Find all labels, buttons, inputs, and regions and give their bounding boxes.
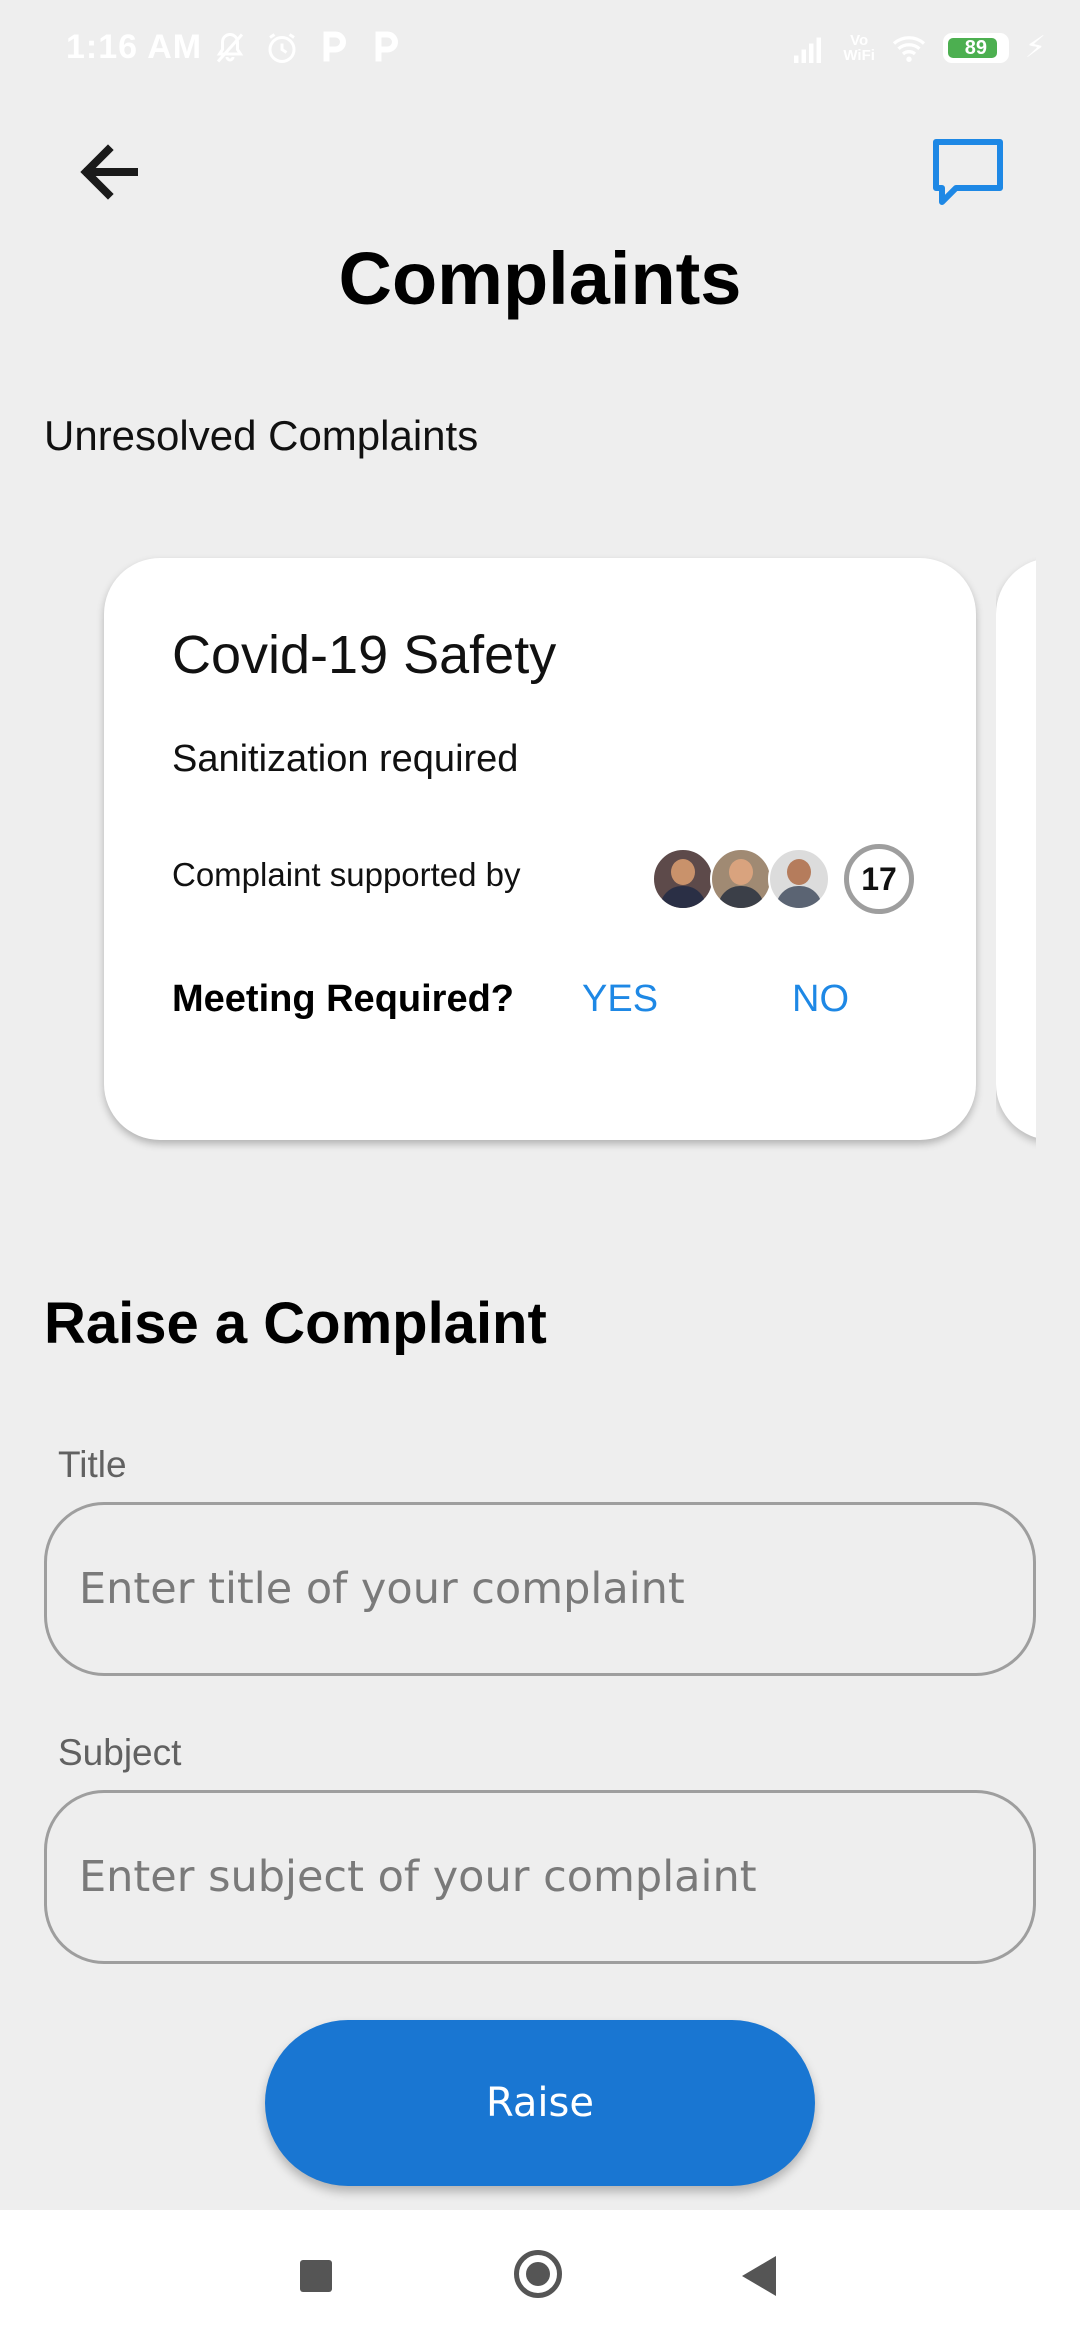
complaint-subject: Sanitization required: [172, 738, 519, 780]
supporter-avatars[interactable]: 17: [652, 844, 914, 914]
complaints-screen: 1:16 AM Vo WiFi 89 ⚡ Complaints Unresolv…: [0, 0, 1080, 2340]
subject-field-label: Subject: [58, 1732, 182, 1773]
avatar: [768, 848, 830, 910]
alarm-icon: [268, 33, 296, 63]
raise-button[interactable]: Raise: [265, 2020, 815, 2186]
vowifi-top-text: Vo: [850, 32, 869, 49]
arrow-left-icon[interactable]: [68, 130, 152, 214]
battery-level-text: 89: [964, 37, 988, 59]
meeting-required-label: Meeting Required?: [172, 978, 515, 1020]
battery-indicator: 89: [942, 33, 1009, 63]
subject-field[interactable]: [44, 1790, 1036, 1964]
vowifi-bottom-text: WiFi: [843, 47, 875, 64]
status-bar: 1:16 AM Vo WiFi 89 ⚡: [0, 0, 1080, 100]
charging-icon: ⚡: [1024, 31, 1046, 64]
supported-by-label: Complaint supported by: [172, 856, 521, 893]
unresolved-complaints-label: Unresolved Complaints: [44, 412, 479, 459]
status-time: 1:16 AM: [66, 28, 203, 66]
chat-bubble-icon[interactable]: [926, 130, 1010, 214]
title-field-label: Title: [58, 1444, 127, 1485]
meeting-yes-button[interactable]: YES: [582, 978, 658, 1021]
status-notification-icons: [212, 30, 404, 66]
system-nav-bar: [0, 2210, 1080, 2340]
avatar: [710, 848, 772, 910]
recent-apps-icon[interactable]: [300, 2260, 332, 2292]
complaint-title: Covid-19 Safety: [172, 625, 557, 685]
back-triangle-icon[interactable]: [742, 2256, 776, 2296]
supporter-count-badge[interactable]: 17: [844, 844, 914, 914]
meeting-no-button[interactable]: NO: [792, 978, 849, 1021]
next-card-peek-clip: [996, 540, 1036, 1160]
vowifi-indicator: Vo WiFi: [843, 33, 875, 63]
signal-icon: [794, 37, 822, 63]
parking-app-icon: [323, 31, 346, 62]
subject-input[interactable]: [77, 1793, 1003, 1961]
raise-complaint-heading: Raise a Complaint: [44, 1291, 547, 1356]
parking-app-icon: [375, 31, 398, 62]
complaint-card[interactable]: Covid-19 Safety Sanitization required Co…: [104, 558, 976, 1140]
next-complaint-card-peek[interactable]: [996, 558, 1036, 1140]
wifi-icon: [892, 36, 926, 62]
home-icon[interactable]: [514, 2250, 562, 2298]
title-input[interactable]: [77, 1505, 1003, 1673]
status-system-icons: Vo WiFi 89 ⚡: [791, 30, 1046, 66]
page-title: Complaints: [338, 237, 742, 320]
avatar: [652, 848, 714, 910]
title-field[interactable]: [44, 1502, 1036, 1676]
mute-icon: [216, 32, 244, 63]
